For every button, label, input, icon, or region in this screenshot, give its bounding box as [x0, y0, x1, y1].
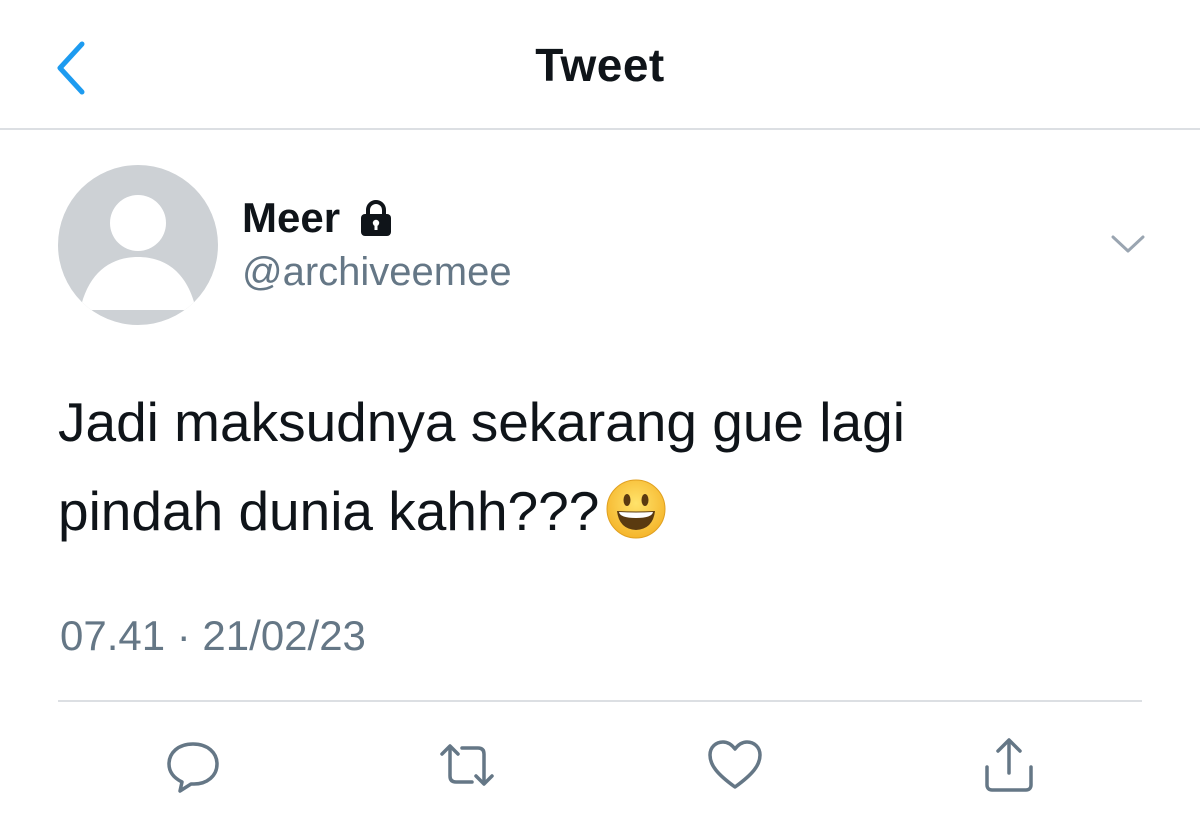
reply-button[interactable]	[158, 730, 228, 800]
default-avatar-icon	[80, 195, 196, 310]
retweet-button[interactable]	[432, 730, 502, 800]
heart-icon	[708, 740, 762, 789]
avatar[interactable]	[58, 165, 218, 325]
retweet-icon	[440, 744, 494, 786]
share-icon	[985, 738, 1033, 792]
page-title: Tweet	[535, 39, 665, 91]
author-username[interactable]: @archiveemee	[242, 250, 512, 295]
author-display-name[interactable]: Meer	[242, 194, 340, 242]
divider	[58, 700, 1142, 702]
share-button[interactable]	[974, 730, 1044, 800]
top-navigation-bar: Tweet	[0, 0, 1200, 130]
tweet-body: Jadi maksudnya sekarang gue lagi pindah …	[58, 378, 1148, 556]
like-button[interactable]	[700, 730, 770, 800]
reply-icon	[167, 742, 219, 793]
smiling-face-emoji	[605, 477, 667, 539]
tweet-timestamp[interactable]: 07.41 · 21/02/23	[60, 612, 366, 660]
tweet-actions-bar	[0, 730, 1200, 800]
chevron-down-icon	[1111, 235, 1145, 253]
author-name-row: Meer	[242, 190, 398, 246]
more-options-button[interactable]	[1100, 222, 1156, 266]
tweet-text: Jadi maksudnya sekarang gue lagi pindah …	[58, 391, 905, 542]
lock-icon	[354, 196, 398, 240]
